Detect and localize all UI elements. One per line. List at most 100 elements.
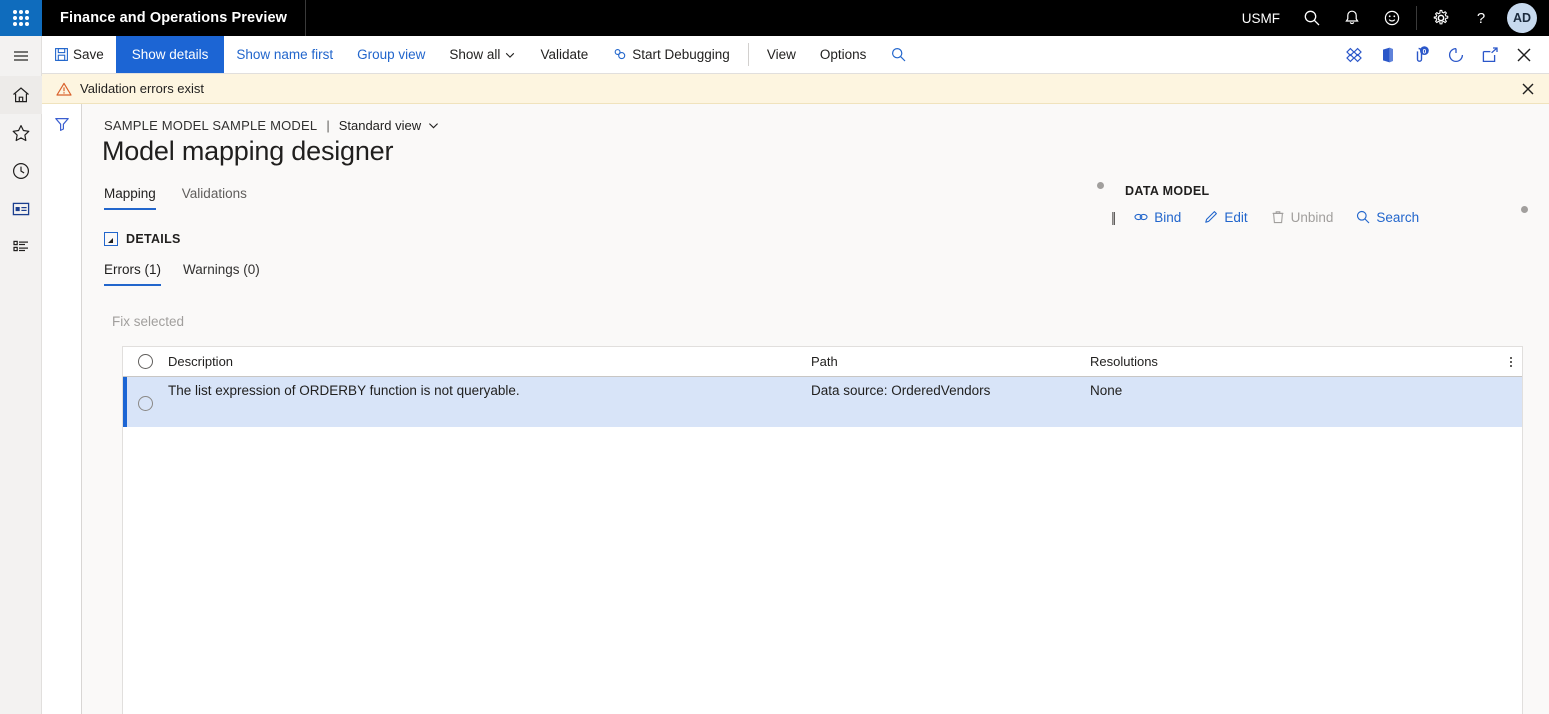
main-content-area: SAMPLE MODEL SAMPLE MODEL | Standard vie… [82,104,1549,714]
show-all-dropdown[interactable]: Show all [437,36,528,73]
breadcrumb-separator: | [326,118,330,133]
data-model-actions: || Bind Edit Unbind Search [1109,209,1430,225]
details-label: DETAILS [126,232,181,246]
notifications-icon[interactable] [1332,0,1372,36]
edit-button[interactable]: Edit [1192,209,1258,225]
bind-label: Bind [1154,209,1182,225]
table-row[interactable]: The list expression of ORDERBY function … [123,377,1522,427]
start-debugging-label: Start Debugging [632,47,730,62]
top-navigation-bar: Finance and Operations Preview USMF ? AD [0,0,1549,36]
link-icon [1133,209,1149,225]
details-section-header: DETAILS [104,232,181,246]
save-label: Save [73,47,104,62]
page-title: Model mapping designer [102,136,394,166]
page-tabs: Mapping Validations [104,186,247,210]
sidebar-item-favorites[interactable] [0,114,42,152]
view-menu-button[interactable]: View [755,36,808,73]
details-subtabs: Errors (1) Warnings (0) [104,262,260,286]
breadcrumb-model[interactable]: SAMPLE MODEL SAMPLE MODEL [104,118,317,133]
search-button[interactable]: Search [1344,209,1430,225]
settings-gear-icon[interactable] [1421,0,1461,36]
toolbar-divider [747,43,749,66]
show-details-button[interactable]: Show details [115,36,225,73]
breadcrumb-view-selector[interactable]: Standard view [339,118,421,133]
show-name-first-button[interactable]: Show name first [224,36,345,73]
company-selector[interactable]: USMF [1230,11,1292,26]
bind-button[interactable]: Bind [1122,209,1192,225]
topbar-right-actions: USMF ? AD [1230,0,1549,36]
warning-triangle-icon [56,81,72,97]
triangle-glyph [108,237,113,243]
refresh-icon[interactable] [1439,36,1473,74]
tab-validations[interactable]: Validations [182,186,247,210]
chevron-down-icon [504,49,516,61]
column-header-resolutions[interactable]: Resolutions [1090,354,1522,369]
unbind-label: Unbind [1290,209,1334,225]
subtab-errors[interactable]: Errors (1) [104,262,161,286]
data-model-title: DATA MODEL [1125,184,1210,198]
cell-resolutions: None [1090,383,1123,398]
validate-button[interactable]: Validate [528,36,600,73]
search-icon[interactable] [1292,0,1332,36]
action-pane-toolbar: Save Show details Show name first Group … [42,36,1549,74]
avatar[interactable]: AD [1507,3,1537,33]
topbar-divider-2 [1416,6,1417,30]
navigation-rail [0,36,42,714]
cell-path: Data source: OrderedVendors [811,383,991,398]
trash-icon [1270,209,1286,225]
tab-mapping[interactable]: Mapping [104,186,156,210]
svg-text:0: 0 [1423,48,1427,55]
errors-grid: Description Path Resolutions The list ex… [122,346,1523,714]
unbind-button[interactable]: Unbind [1259,209,1345,225]
row-selection-marker [123,377,127,427]
debug-gears-icon [612,47,628,63]
panel-resize-dot-right[interactable] [1521,206,1528,213]
row-select-cell [123,383,168,411]
personalize-diamond-icon[interactable] [1337,36,1371,74]
cell-description: The list expression of ORDERBY function … [168,383,520,398]
search-label: Search [1376,209,1420,225]
feedback-smiley-icon[interactable] [1372,0,1412,36]
show-all-label: Show all [449,47,501,62]
panel-resize-dot-left[interactable] [1097,182,1104,189]
filter-funnel-icon[interactable] [53,115,71,714]
office-app-icon[interactable] [1371,36,1405,74]
menu-icon[interactable] [0,36,42,76]
save-disk-icon [54,47,69,62]
column-header-path[interactable]: Path [811,354,1090,369]
column-options-icon[interactable] [1510,356,1512,367]
app-title: Finance and Operations Preview [60,10,288,26]
sidebar-item-workspaces[interactable] [0,190,42,228]
filter-pane-strip [42,104,82,714]
column-header-description[interactable]: Description [168,354,811,369]
validation-message-bar: Validation errors exist [42,74,1549,104]
save-button[interactable]: Save [42,36,116,73]
fix-selected-button[interactable]: Fix selected [112,314,184,329]
search-icon [1355,209,1371,225]
collapse-section-icon[interactable] [104,232,118,246]
waffle-icon [13,10,29,26]
drag-grip-icon[interactable]: || [1109,209,1122,225]
pencil-icon [1203,209,1219,225]
help-icon[interactable]: ? [1461,0,1501,36]
toolbar-right-icons: 0 [1337,36,1549,73]
open-in-new-window-icon[interactable] [1473,36,1507,74]
select-all-radio[interactable] [138,354,153,369]
sidebar-item-home[interactable] [0,76,42,114]
topbar-divider [305,0,307,36]
sidebar-item-recent[interactable] [0,152,42,190]
attachments-icon[interactable]: 0 [1405,36,1439,74]
sidebar-item-modules[interactable] [0,228,42,266]
svg-text:?: ? [1477,10,1485,27]
options-menu-button[interactable]: Options [808,36,879,73]
breadcrumb: SAMPLE MODEL SAMPLE MODEL | Standard vie… [104,118,440,133]
start-debugging-button[interactable]: Start Debugging [600,36,742,73]
app-launcher-button[interactable] [0,0,42,36]
chevron-down-icon[interactable] [427,119,440,132]
subtab-warnings[interactable]: Warnings (0) [183,262,260,286]
close-page-icon[interactable] [1507,36,1541,74]
row-select-radio[interactable] [138,396,153,411]
toolbar-search-button[interactable] [878,36,919,73]
message-bar-close-icon[interactable] [1515,76,1541,102]
group-view-button[interactable]: Group view [345,36,437,73]
